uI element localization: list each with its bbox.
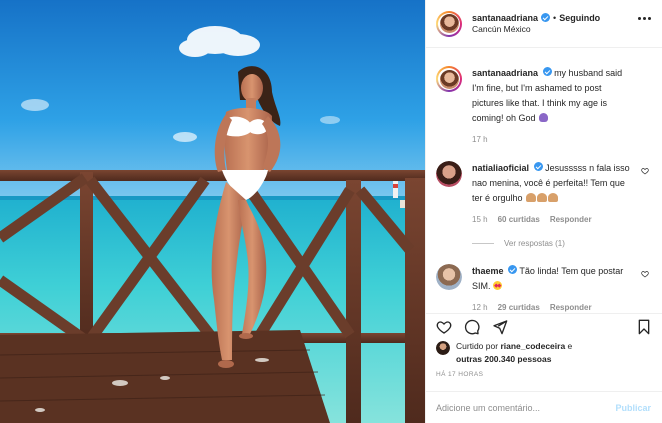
liker-avatar[interactable] (436, 341, 450, 355)
comment-likes[interactable]: 60 curtidas (498, 212, 540, 227)
more-options-icon[interactable] (638, 17, 651, 20)
beach-photo-illustration (0, 0, 425, 423)
likes-others[interactable]: outras 200.340 pessoas (456, 354, 551, 364)
post-photo[interactable] (0, 0, 425, 423)
save-icon[interactable] (636, 319, 652, 335)
comment-item: natialiaoficial Jesusssss n fala isso na… (436, 161, 649, 227)
comment-icon[interactable] (464, 319, 480, 335)
folded-hands-icon (526, 193, 537, 202)
commenter-avatar[interactable] (436, 264, 462, 290)
separator-dot: • (553, 12, 557, 23)
comment-username[interactable]: natialiaoficial (472, 163, 529, 173)
heart-icon[interactable] (641, 270, 649, 278)
comment-time[interactable]: 12 h (472, 300, 488, 313)
liker-username[interactable]: riane_codeceira (500, 341, 565, 351)
verified-badge-icon (533, 162, 543, 171)
view-replies-label: Ver respostas (1) (504, 239, 565, 248)
reply-button[interactable]: Responder (550, 300, 592, 313)
replies-line (472, 243, 494, 244)
likes-joiner: e (567, 341, 573, 351)
likes-prefix: Curtido por (456, 341, 499, 351)
add-comment-bar: Publicar (426, 391, 662, 423)
caption-avatar[interactable] (436, 66, 462, 92)
verified-badge-icon (542, 67, 552, 76)
commenter-avatar[interactable] (436, 161, 462, 187)
post-timestamp[interactable]: HÁ 17 HORAS (436, 371, 483, 378)
share-icon[interactable] (492, 319, 508, 335)
comment-username[interactable]: thaeme (472, 266, 504, 276)
likes-summary: Curtido por riane_codeceira e outras 200… (436, 340, 572, 366)
publish-button[interactable]: Publicar (615, 403, 651, 413)
reply-button[interactable]: Responder (550, 212, 592, 227)
post-details-panel: santanaadriana • Seguindo Cancún México … (425, 0, 662, 423)
verified-badge-icon (508, 265, 518, 274)
caption: santanaadriana my husband said I'm fine,… (436, 66, 649, 147)
woman-gesturing-icon (539, 113, 549, 122)
folded-hands-icon (537, 193, 548, 202)
post-header: santanaadriana • Seguindo Cancún México (426, 0, 662, 48)
comment-input[interactable] (436, 402, 616, 413)
like-icon[interactable] (436, 319, 452, 335)
author-username[interactable]: santanaadriana (472, 12, 538, 24)
author-avatar[interactable] (436, 10, 462, 37)
comment-likes[interactable]: 29 curtidas (498, 300, 540, 313)
folded-hands-icon (548, 193, 559, 202)
caption-time[interactable]: 17 h (472, 132, 488, 147)
post-location[interactable]: Cancún México (472, 24, 600, 35)
view-replies-button[interactable]: Ver respostas (1) (472, 239, 649, 248)
instagram-post: santanaadriana • Seguindo Cancún México … (0, 0, 662, 423)
star-struck-icon (493, 281, 503, 290)
comments-list: santanaadriana my husband said I'm fine,… (426, 48, 662, 313)
caption-username[interactable]: santanaadriana (472, 68, 538, 78)
verified-badge-icon (541, 13, 551, 23)
comment-item: thaeme Tão linda! Tem que postar SIM. 12… (436, 264, 649, 313)
heart-icon[interactable] (641, 167, 649, 175)
post-actions (426, 313, 662, 337)
comment-time[interactable]: 15 h (472, 212, 488, 227)
following-button[interactable]: Seguindo (559, 12, 600, 24)
